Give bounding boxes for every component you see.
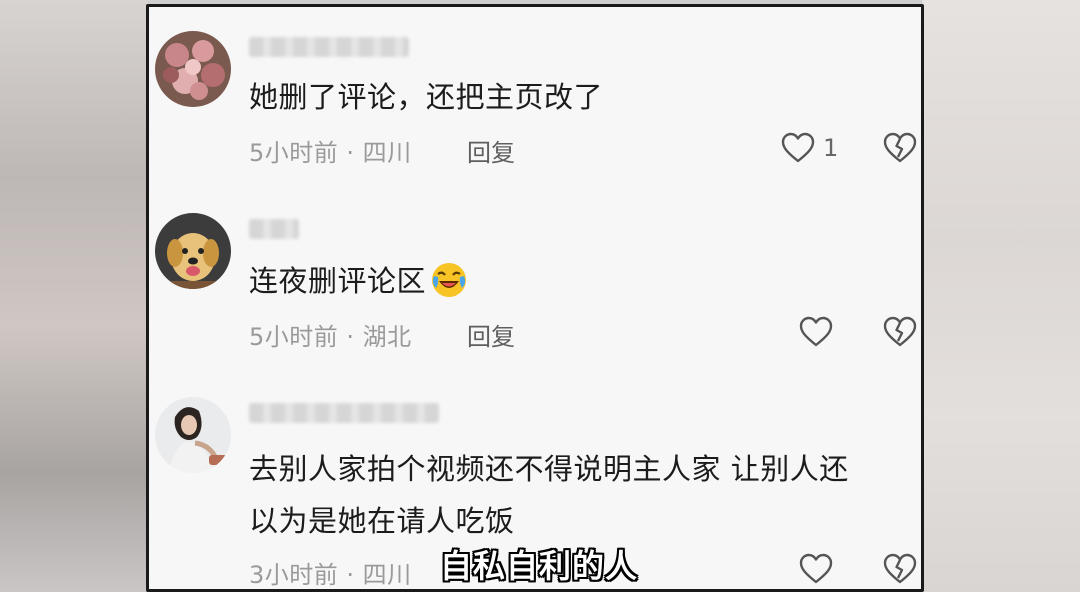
comment-meta: 5小时前 · 湖北 (249, 323, 412, 351)
heart-outline-icon (799, 553, 833, 585)
like-button[interactable]: 1 (781, 132, 838, 164)
like-count: 1 (823, 134, 839, 162)
reply-button[interactable]: 回复 (467, 133, 515, 168)
avatar[interactable] (155, 31, 231, 107)
comment-text-label: 连夜删评论区 (249, 264, 427, 298)
username-blurred[interactable] (249, 219, 299, 239)
heart-outline-icon (799, 316, 833, 348)
laughing-crying-emoji-icon (430, 261, 468, 315)
like-button[interactable] (799, 316, 833, 348)
comment-text-line: 去别人家拍个视频还不得说明主人家 让别人还 (249, 452, 849, 486)
like-button[interactable] (799, 553, 833, 585)
broken-heart-icon[interactable] (883, 316, 917, 348)
comment-text-line: 以为是她在请人吃饭 (249, 504, 515, 538)
comment-list-screenshot: 她删了评论，还把主页改了 5小时前 · 四川 回复 1 连夜删评论区 5小时前 … (146, 4, 924, 592)
username-blurred[interactable] (249, 37, 409, 57)
username-blurred[interactable] (249, 403, 439, 423)
broken-heart-icon[interactable] (883, 132, 917, 164)
reply-button[interactable]: 回复 (467, 317, 515, 352)
blurred-background-left (0, 0, 148, 592)
broken-heart-icon[interactable] (883, 553, 917, 585)
comment-text: 去别人家拍个视频还不得说明主人家 让别人还 以为是她在请人吃饭 (249, 443, 913, 547)
video-subtitle-caption: 自私自利的人 (440, 547, 639, 585)
avatar[interactable] (155, 213, 231, 289)
blurred-background-right (922, 0, 1080, 592)
heart-outline-icon (781, 132, 815, 164)
comment-text: 她删了评论，还把主页改了 (249, 80, 604, 114)
comment-text: 连夜删评论区 (249, 255, 913, 315)
comment-meta: 5小时前 · 四川 (249, 139, 412, 167)
comment-meta: 3小时前 · 四川 (249, 561, 412, 589)
avatar[interactable] (155, 397, 231, 473)
